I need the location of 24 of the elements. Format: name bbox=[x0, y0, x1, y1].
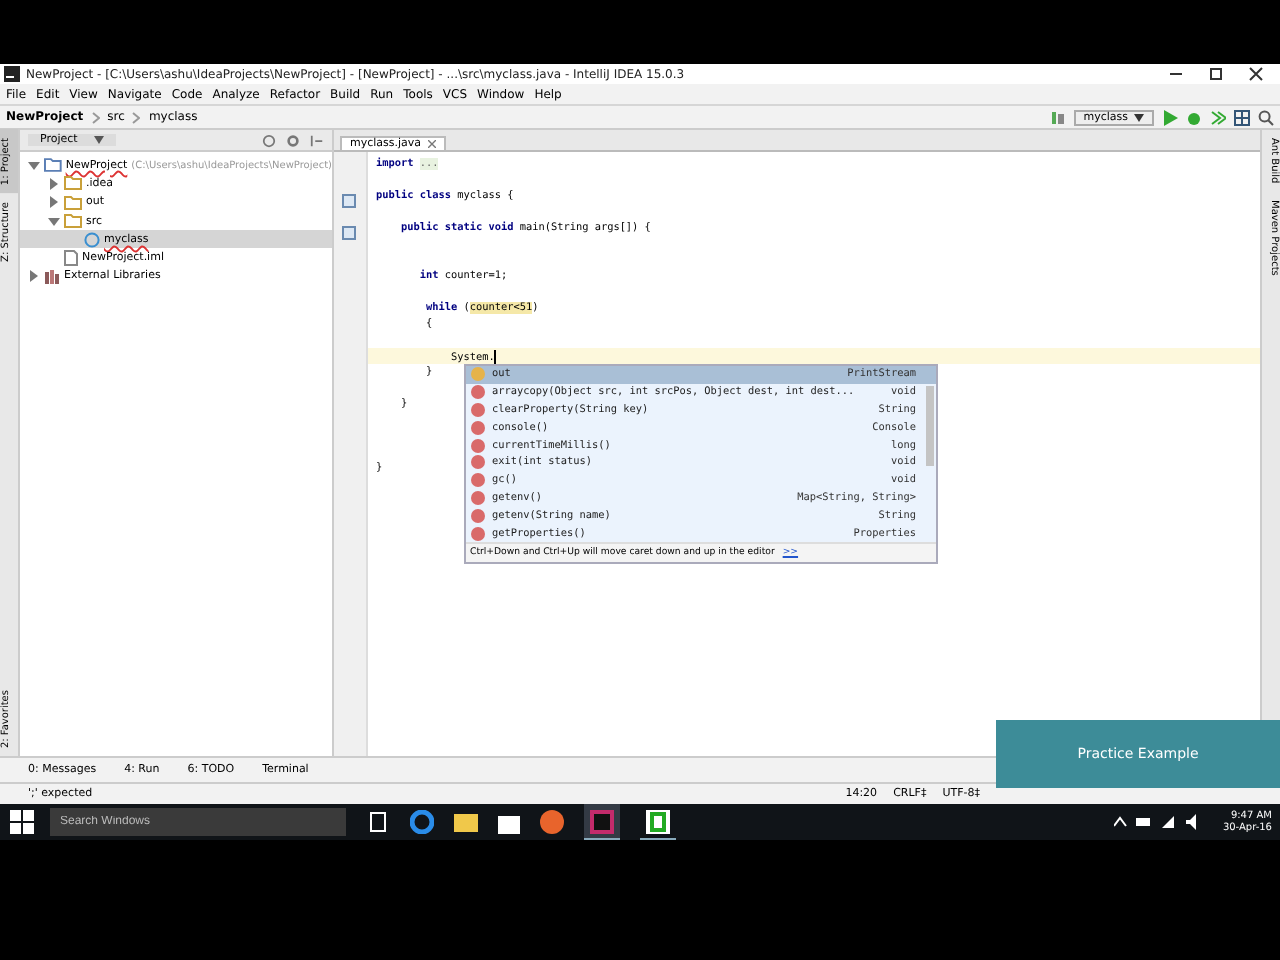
expanded-arrow-icon[interactable] bbox=[28, 159, 40, 172]
windows-logo-icon[interactable] bbox=[10, 810, 34, 834]
scrollbar[interactable] bbox=[926, 386, 934, 466]
library-icon bbox=[44, 268, 60, 285]
folder-icon[interactable] bbox=[454, 812, 478, 832]
search-icon[interactable] bbox=[1258, 109, 1274, 125]
run-icon[interactable] bbox=[1162, 109, 1178, 125]
field-icon bbox=[470, 366, 486, 383]
task-view-icon[interactable] bbox=[366, 812, 390, 832]
close-icon[interactable] bbox=[1248, 66, 1264, 82]
override-icon bbox=[342, 226, 356, 240]
chevron-right-icon bbox=[132, 111, 141, 123]
chevron-right-icon bbox=[91, 111, 100, 123]
collapse-icon[interactable] bbox=[310, 133, 324, 147]
grid-icon[interactable] bbox=[1234, 109, 1250, 125]
file-icon bbox=[64, 250, 78, 267]
class-icon bbox=[84, 231, 100, 248]
expanded-arrow-icon[interactable] bbox=[48, 215, 60, 228]
target-icon[interactable] bbox=[262, 133, 276, 147]
override-icon bbox=[342, 194, 356, 208]
dropdown-caret-icon[interactable] bbox=[93, 136, 104, 144]
dropdown-caret-icon[interactable] bbox=[1134, 113, 1144, 121]
maximize-icon[interactable] bbox=[1208, 66, 1224, 82]
collapsed-arrow-icon[interactable] bbox=[28, 270, 40, 283]
